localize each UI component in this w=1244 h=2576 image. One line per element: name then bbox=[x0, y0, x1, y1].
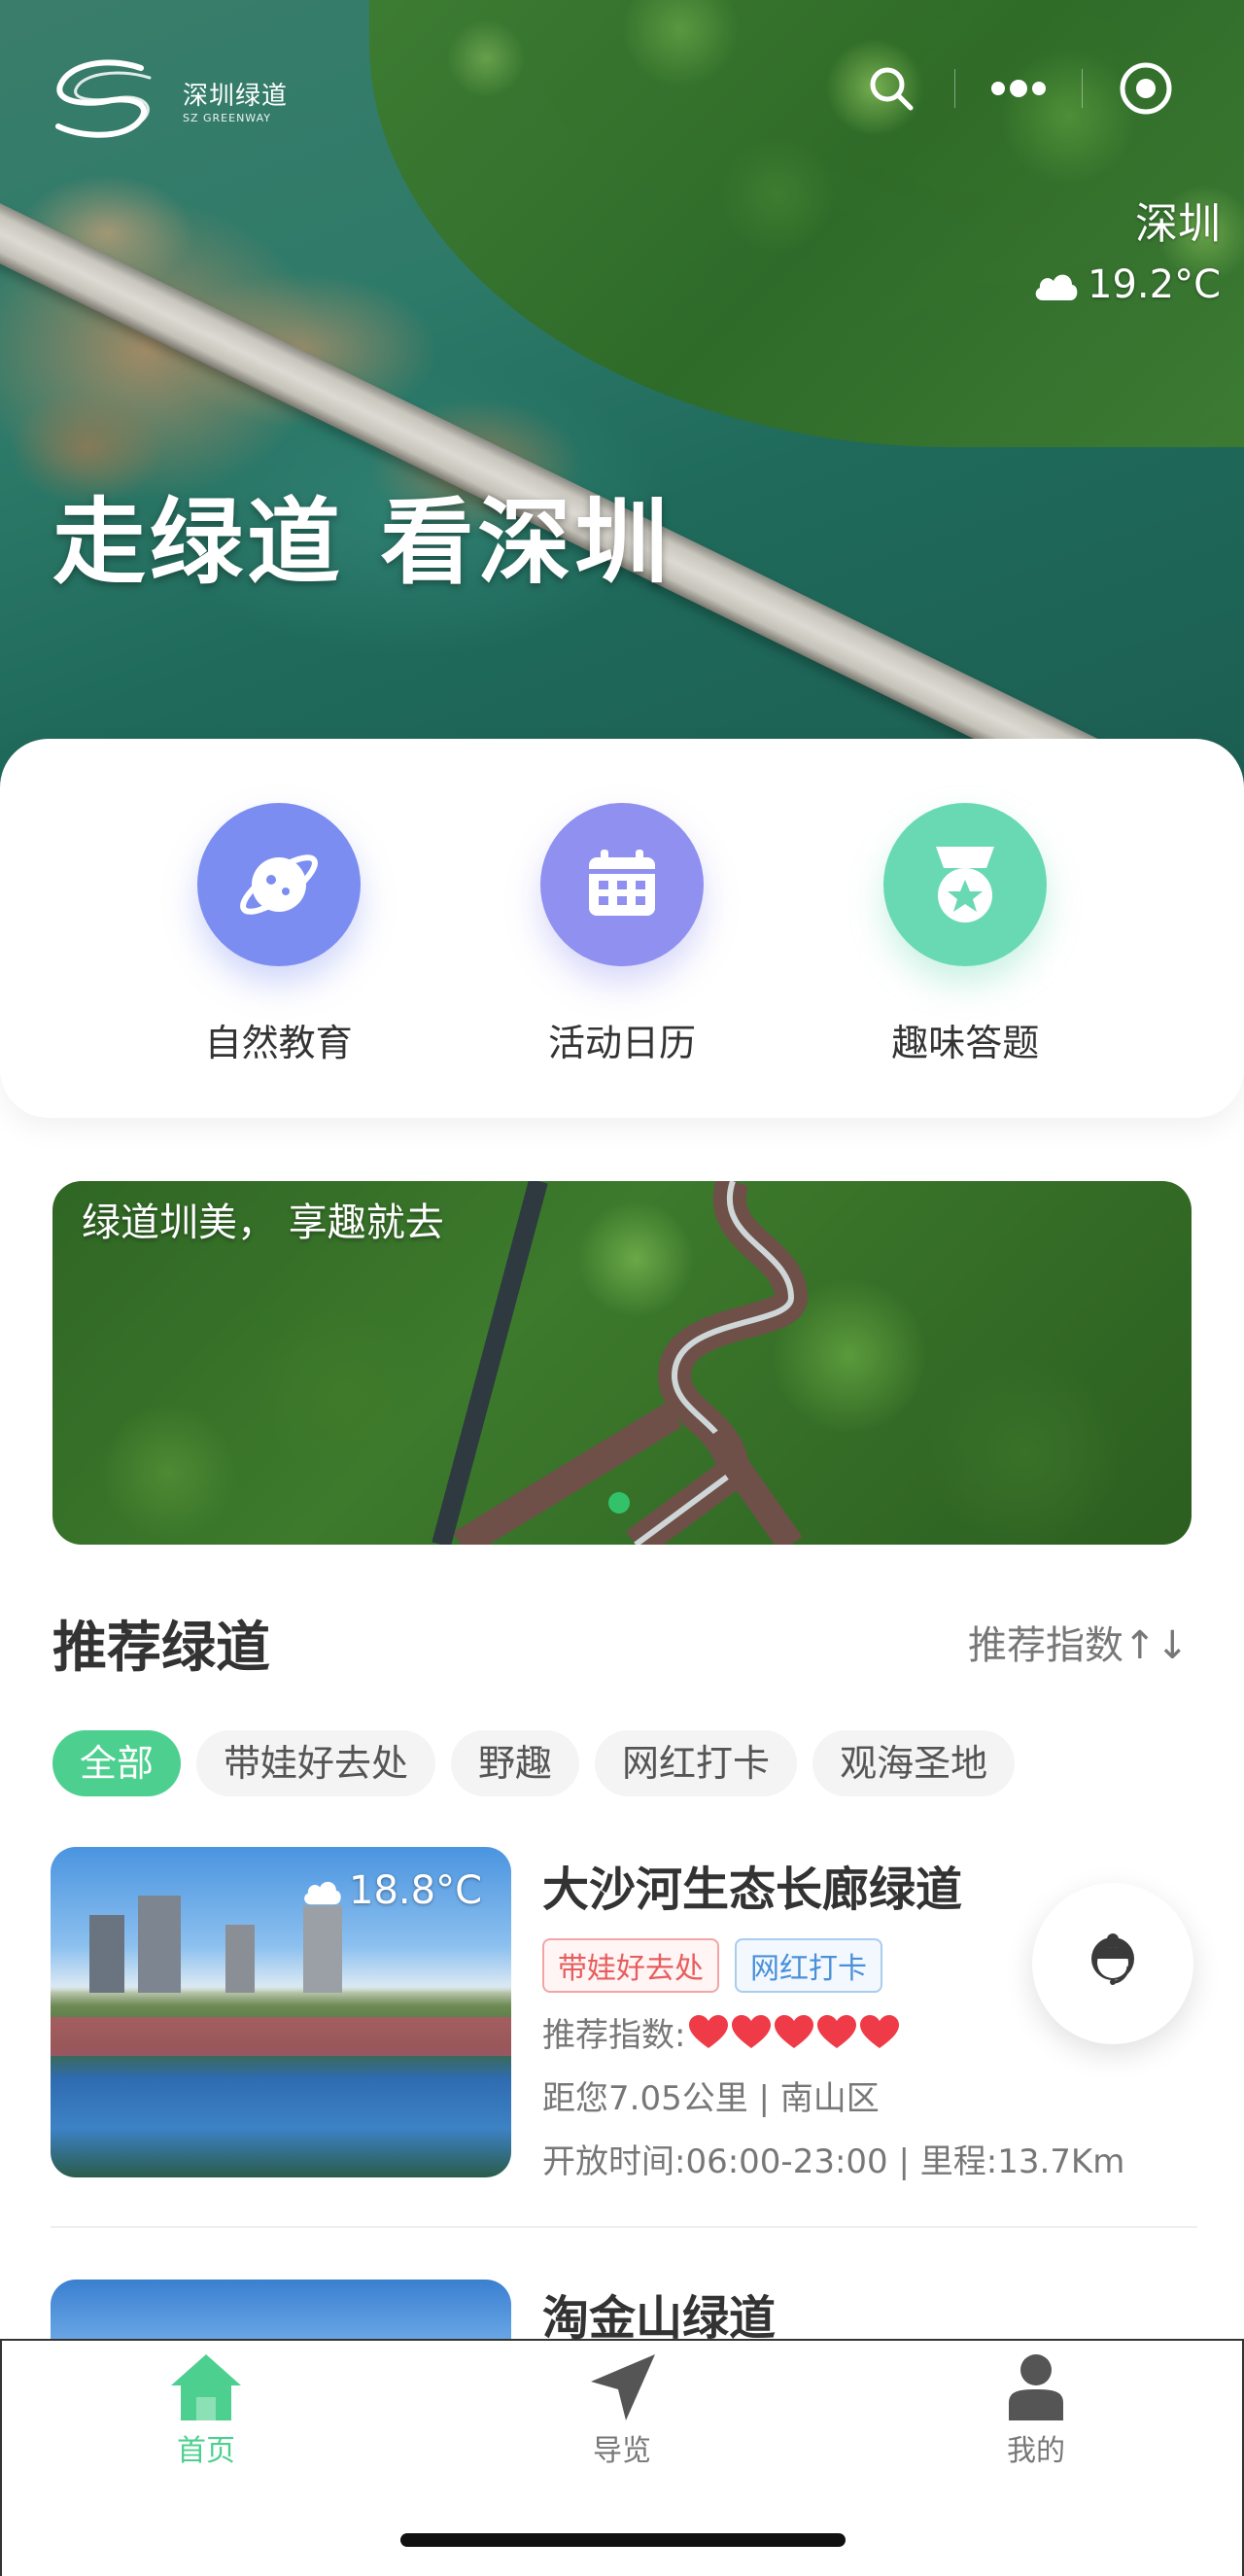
promo-banner[interactable]: 绿道圳美， 享趣就去 bbox=[52, 1181, 1192, 1545]
filter-chip-sea-view[interactable]: 观海圣地 bbox=[812, 1730, 1016, 1796]
tab-mine[interactable]: 我的 bbox=[929, 2352, 1143, 2469]
section-title: 推荐绿道 bbox=[52, 1617, 270, 1680]
home-indicator[interactable] bbox=[400, 2533, 846, 2547]
heart-icon bbox=[689, 2014, 729, 2048]
filter-chip-popular[interactable]: 网红打卡 bbox=[595, 1730, 798, 1796]
thumbnail-weather: 18.8°C bbox=[300, 1868, 482, 1913]
tab-guide[interactable]: 导览 bbox=[515, 2352, 729, 2469]
app-logo: 深圳绿道 SZ GREENWAY bbox=[49, 56, 288, 144]
entry-nature-education[interactable]: 自然教育 bbox=[162, 803, 396, 1066]
entry-icon-circle bbox=[196, 803, 361, 966]
customer-service-icon bbox=[1091, 1933, 1134, 1985]
flower-bed bbox=[51, 2017, 511, 2056]
tab-label: 首页 bbox=[177, 2434, 235, 2468]
city-name: 深圳 bbox=[1135, 199, 1221, 249]
search-icon bbox=[870, 67, 914, 111]
entry-label: 趣味答题 bbox=[891, 1022, 1040, 1064]
tab-home[interactable]: 首页 bbox=[99, 2352, 313, 2469]
building bbox=[303, 1905, 342, 1993]
tag-popular: 网红打卡 bbox=[735, 1938, 882, 1993]
navigate-icon bbox=[591, 2354, 655, 2420]
filter-chip-all[interactable]: 全部 bbox=[52, 1730, 182, 1796]
carousel-indicator[interactable] bbox=[608, 1492, 630, 1514]
greenway-card[interactable]: 18.8°C 大沙河生态长廊绿道 带娃好去处 网红打卡 推荐指数: 距您7.05… bbox=[51, 1847, 1197, 2181]
mini-program-capsule bbox=[828, 47, 1209, 130]
more-icon bbox=[991, 80, 1046, 97]
filter-chips: 全部 带娃好去处 野趣 网红打卡 观海圣地 bbox=[52, 1730, 1016, 1796]
target-icon bbox=[1120, 62, 1172, 115]
building bbox=[138, 1896, 181, 1993]
medal-icon bbox=[936, 847, 995, 922]
heart-icon bbox=[817, 2014, 857, 2048]
user-icon bbox=[1009, 2354, 1063, 2420]
rating-hearts bbox=[689, 2014, 900, 2050]
filter-chip-wild[interactable]: 野趣 bbox=[451, 1730, 580, 1796]
planet-icon bbox=[239, 854, 318, 915]
greenway-thumbnail: 18.8°C bbox=[51, 1847, 511, 2177]
tag-kids: 带娃好去处 bbox=[542, 1938, 719, 1993]
calendar-icon bbox=[588, 850, 655, 916]
greenway-name: 淘金山绿道 bbox=[542, 2291, 777, 2346]
logo-en-text: SZ GREENWAY bbox=[183, 112, 271, 124]
heart-icon bbox=[732, 2014, 772, 2048]
cloud-icon bbox=[1035, 274, 1078, 300]
tab-label: 我的 bbox=[1007, 2434, 1065, 2468]
weather-readout: 19.2°C bbox=[1031, 262, 1221, 307]
greenway-info: 淘金山绿道 bbox=[542, 2280, 1203, 2348]
close-capsule-button[interactable] bbox=[1083, 47, 1209, 130]
more-button[interactable] bbox=[955, 47, 1082, 130]
search-button[interactable] bbox=[828, 47, 954, 130]
frame-edge bbox=[0, 2339, 2, 2576]
logo-mark-icon bbox=[55, 59, 152, 138]
banner-slogan: 绿道圳美， 享趣就去 bbox=[82, 1201, 444, 1245]
cloud-icon bbox=[304, 1881, 341, 1905]
filter-chip-kids[interactable]: 带娃好去处 bbox=[196, 1730, 436, 1796]
entry-icon-circle bbox=[883, 803, 1048, 966]
hero-title: 走绿道 看深圳 bbox=[52, 488, 673, 597]
building bbox=[89, 1915, 124, 1993]
customer-service-button[interactable] bbox=[1032, 1883, 1193, 2044]
thumbnail-temperature: 18.8°C bbox=[349, 1868, 482, 1913]
hero-banner: 深圳绿道 SZ GREENWAY 深圳 19.2°C 走绿道 看深圳 bbox=[0, 0, 1244, 797]
building bbox=[225, 1925, 255, 1993]
hours-line: 开放时间:06:00-23:00 | 里程:13.7Km bbox=[542, 2142, 1125, 2181]
heart-icon bbox=[860, 2014, 900, 2048]
logo-cn-text: 深圳绿道 bbox=[183, 82, 289, 111]
rating-label: 推荐指数: bbox=[542, 2016, 686, 2055]
list-divider bbox=[51, 2226, 1197, 2228]
distance-line: 距您7.05公里 | 南山区 bbox=[542, 2079, 880, 2118]
quick-entries-card: 自然教育 活动日历 趣味答题 bbox=[0, 739, 1244, 1118]
sort-by-rating-button[interactable]: 推荐指数↑↓ bbox=[968, 1614, 1192, 1670]
entry-activity-calendar[interactable]: 活动日历 bbox=[505, 803, 739, 1066]
entry-label: 自然教育 bbox=[204, 1022, 353, 1064]
temperature-text: 19.2°C bbox=[1088, 262, 1221, 307]
entry-fun-quiz[interactable]: 趣味答题 bbox=[848, 803, 1082, 1066]
heart-icon bbox=[775, 2014, 814, 2048]
entry-label: 活动日历 bbox=[547, 1022, 696, 1064]
tab-label: 导览 bbox=[593, 2434, 651, 2468]
home-icon bbox=[171, 2354, 241, 2420]
entry-icon-circle bbox=[539, 803, 704, 966]
